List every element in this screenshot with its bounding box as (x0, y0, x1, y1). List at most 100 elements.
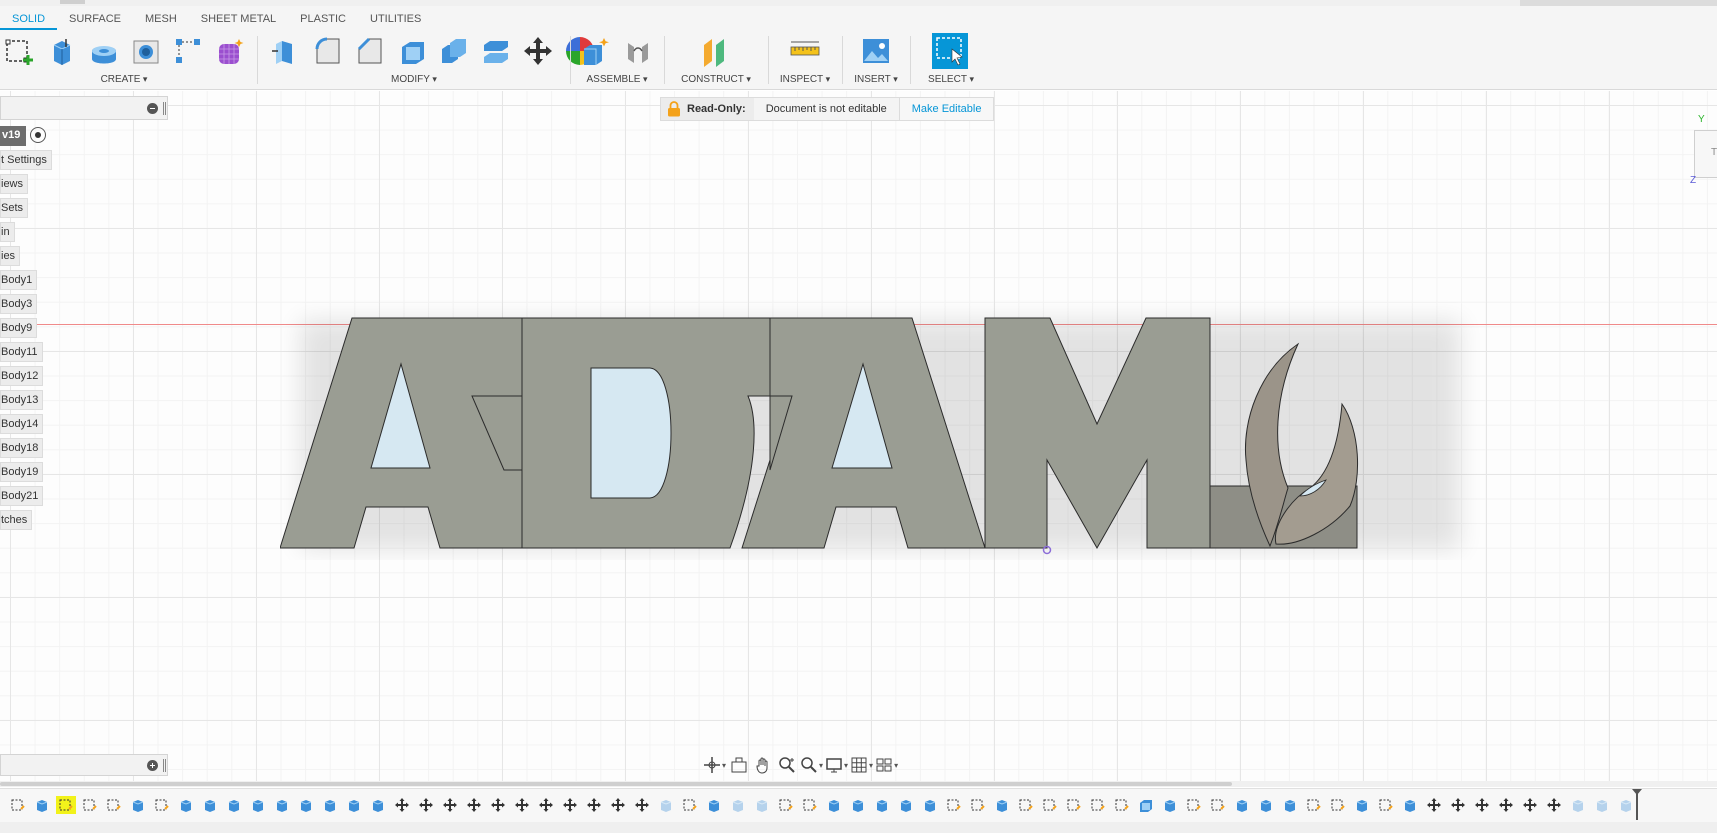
document-version-label[interactable]: v19 (0, 126, 27, 146)
fillet-icon[interactable] (310, 33, 346, 69)
align-icon[interactable] (478, 33, 514, 69)
timeline-extrude-icon[interactable] (920, 796, 940, 814)
timeline-suppressed-feature-icon[interactable] (1568, 796, 1588, 814)
timeline-extrude-icon[interactable] (32, 796, 52, 814)
tree-item-settings[interactable]: t Settings (0, 150, 52, 170)
timeline-extrude-icon[interactable] (248, 796, 268, 814)
timeline-extrude-icon[interactable] (704, 796, 724, 814)
extrude-icon[interactable] (44, 33, 80, 69)
joint-icon[interactable] (620, 33, 656, 69)
timeline-extrude-icon[interactable] (368, 796, 388, 814)
timeline-sketch-icon[interactable] (1088, 796, 1108, 814)
tree-item-body18[interactable]: Body18 (0, 438, 44, 458)
timeline-sketch-icon[interactable] (1184, 796, 1204, 814)
tree-item-body13[interactable]: Body13 (0, 390, 44, 410)
timeline-sketch-icon[interactable] (8, 796, 28, 814)
timeline-extrude-icon[interactable] (1256, 796, 1276, 814)
tab-utilities[interactable]: UTILITIES (358, 6, 433, 30)
tree-item-body19[interactable]: Body19 (0, 462, 44, 482)
timeline-sketch-icon[interactable] (80, 796, 100, 814)
display-settings-icon[interactable]: ▾ (825, 754, 848, 776)
timeline-suppressed-feature-icon[interactable] (1592, 796, 1612, 814)
timeline-scrollbar[interactable] (0, 781, 1717, 787)
offset-plane-icon[interactable] (698, 33, 734, 69)
pan-icon[interactable] (752, 754, 774, 776)
look-at-icon[interactable] (728, 754, 750, 776)
timeline-extrude-icon[interactable] (848, 796, 868, 814)
timeline-extrude-icon[interactable] (872, 796, 892, 814)
timeline-sketch-icon[interactable] (1304, 796, 1324, 814)
timeline-move-icon[interactable] (608, 796, 628, 814)
timeline-move-icon[interactable] (1448, 796, 1468, 814)
timeline-suppressed-feature-icon[interactable] (1616, 796, 1636, 814)
tree-item-sets[interactable]: Sets (0, 198, 29, 218)
move-icon[interactable] (520, 33, 556, 69)
combine-icon[interactable] (436, 33, 472, 69)
timeline-suppressed-feature-icon[interactable] (656, 796, 676, 814)
timeline-sketch-icon[interactable] (1016, 796, 1036, 814)
make-editable-button[interactable]: Make Editable (898, 98, 994, 120)
timeline-move-icon[interactable] (512, 796, 532, 814)
timeline-extrude-icon[interactable] (224, 796, 244, 814)
inspect-menu[interactable]: INSPECT (774, 74, 836, 85)
revolve-icon[interactable] (86, 33, 122, 69)
timeline-sketch-icon[interactable] (968, 796, 988, 814)
timeline-extrude-icon[interactable] (1280, 796, 1300, 814)
tree-item-body3[interactable]: Body3 (0, 294, 38, 314)
timeline-suppressed-feature-icon[interactable] (728, 796, 748, 814)
timeline-extrude-icon[interactable] (1352, 796, 1372, 814)
timeline-extrude-icon[interactable] (1160, 796, 1180, 814)
timeline-sketch-icon[interactable] (152, 796, 172, 814)
timeline-extrude-icon[interactable] (824, 796, 844, 814)
collapse-browser-button[interactable] (147, 103, 158, 114)
viewports-icon[interactable]: ▾ (875, 754, 898, 776)
timeline-move-icon[interactable] (1472, 796, 1492, 814)
zoom-icon[interactable] (776, 754, 798, 776)
tree-item-bodies[interactable]: ies (0, 246, 21, 266)
timeline-move-icon[interactable] (1424, 796, 1444, 814)
timeline-move-icon[interactable] (560, 796, 580, 814)
tree-item-body1[interactable]: Body1 (0, 270, 38, 290)
timeline-sketch-icon[interactable] (1376, 796, 1396, 814)
timeline-extrude-icon[interactable] (992, 796, 1012, 814)
tree-item-origin[interactable]: in (0, 222, 15, 242)
orbit-icon[interactable]: ▾ (703, 754, 726, 776)
timeline-move-icon[interactable] (416, 796, 436, 814)
timeline-extrude-icon[interactable] (296, 796, 316, 814)
timeline-extrude-icon[interactable] (176, 796, 196, 814)
hole-icon[interactable] (128, 33, 164, 69)
form-icon[interactable] (212, 33, 248, 69)
browser-pin-handle[interactable] (163, 102, 166, 115)
tree-item-body9[interactable]: Body9 (0, 318, 38, 338)
timeline-extrude-icon[interactable] (272, 796, 292, 814)
new-component-icon[interactable] (578, 33, 614, 69)
timeline-sketch-icon[interactable] (56, 796, 76, 814)
select-icon[interactable] (932, 33, 968, 69)
press-pull-icon[interactable] (268, 33, 304, 69)
timeline-extrude-icon[interactable] (320, 796, 340, 814)
grid-settings-icon[interactable]: ▾ (850, 754, 873, 776)
add-comment-button[interactable] (147, 760, 158, 771)
timeline-sketch-icon[interactable] (680, 796, 700, 814)
shell-icon[interactable] (394, 33, 430, 69)
timeline-sketch-icon[interactable] (1208, 796, 1228, 814)
timeline-sketch-icon[interactable] (776, 796, 796, 814)
timeline-sketch-icon[interactable] (104, 796, 124, 814)
timeline-shell-icon[interactable] (1136, 796, 1156, 814)
fit-icon[interactable]: ▾ (800, 754, 823, 776)
tree-item-sketches[interactable]: tches (0, 510, 33, 530)
tree-item-body12[interactable]: Body12 (0, 366, 44, 386)
insert-menu[interactable]: INSERT (848, 74, 904, 85)
measure-icon[interactable] (787, 33, 823, 69)
tree-item-body21[interactable]: Body21 (0, 486, 44, 506)
activate-target-icon[interactable] (30, 127, 47, 143)
timeline-sketch-icon[interactable] (944, 796, 964, 814)
chamfer-icon[interactable] (352, 33, 388, 69)
timeline-sketch-icon[interactable] (1112, 796, 1132, 814)
timeline-move-icon[interactable] (464, 796, 484, 814)
adam-letter-model[interactable] (280, 300, 1500, 560)
assemble-menu[interactable]: ASSEMBLE (576, 74, 658, 85)
construct-menu[interactable]: CONSTRUCT (670, 74, 762, 85)
tab-plastic[interactable]: PLASTIC (288, 6, 358, 30)
timeline-suppressed-feature-icon[interactable] (752, 796, 772, 814)
